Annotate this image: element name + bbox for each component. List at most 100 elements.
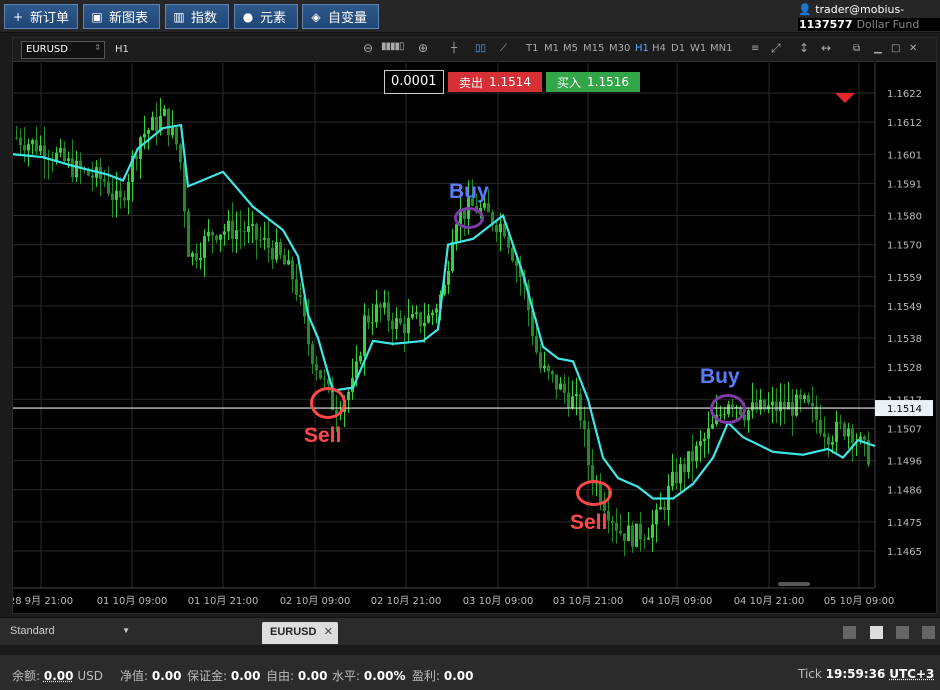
y-tick-label: 1.1475 xyxy=(887,518,922,529)
timeframe-w1[interactable]: W1 xyxy=(690,43,706,54)
candle-body xyxy=(151,116,154,131)
price-chart[interactable]: 1.1622 1.1612 1.1601 1.1591 1.1580 1.1570 1.15… xyxy=(13,63,936,613)
candle-body xyxy=(91,175,94,178)
balance-value[interactable]: 0.00 xyxy=(44,669,74,683)
symbol-select[interactable]: EURUSD ⇕ xyxy=(21,41,105,59)
timeframe-mn1[interactable]: MN1 xyxy=(710,43,732,54)
minimize-icon[interactable]: ▁ xyxy=(874,43,882,54)
sell-signal-ring xyxy=(576,480,612,506)
layout-single-icon[interactable] xyxy=(843,626,856,639)
y-tick-label: 1.1528 xyxy=(887,363,922,374)
candle-body xyxy=(547,365,550,372)
layout-select[interactable]: Standard ▼ xyxy=(10,625,130,637)
candle-body xyxy=(243,231,246,233)
candle-body xyxy=(23,145,26,151)
candle-body xyxy=(655,509,658,525)
candle-body xyxy=(651,524,654,538)
layout-grid-icon[interactable] xyxy=(870,626,883,639)
candle-body xyxy=(559,383,562,390)
lot-step-input[interactable]: 0.0001 xyxy=(384,70,444,94)
candle-body xyxy=(391,320,394,330)
candle-body xyxy=(199,257,202,261)
candle-body xyxy=(267,237,270,248)
draw-tools-icon[interactable]: ≡ xyxy=(751,43,759,54)
candle-body xyxy=(195,252,198,261)
timeframe-t1[interactable]: T1 xyxy=(526,43,538,54)
variables-button[interactable]: ◈ 自变量 xyxy=(302,4,379,29)
timeframe-m1[interactable]: M1 xyxy=(544,43,559,54)
candle-body xyxy=(535,336,538,353)
tab-eurusd[interactable]: EURUSD ✕ xyxy=(262,622,338,644)
candle-body xyxy=(63,147,66,161)
horizontal-scale-icon[interactable]: ↔ xyxy=(821,41,831,55)
candle-body xyxy=(799,394,802,399)
x-tick-label: 05 10月 09:00 xyxy=(824,595,895,607)
candle-style-icon[interactable]: ▯▯ xyxy=(475,43,486,54)
candle-body xyxy=(679,464,682,484)
candle-body xyxy=(811,402,814,407)
candle-body xyxy=(823,433,826,438)
candle-body xyxy=(163,108,166,116)
candle-body xyxy=(427,315,430,323)
timeframe-m15[interactable]: M15 xyxy=(583,43,604,54)
popout-icon[interactable]: ⧉ xyxy=(853,43,860,54)
candle-body xyxy=(423,322,426,327)
y-tick-label: 1.1559 xyxy=(887,273,922,284)
candle-body xyxy=(623,533,626,542)
layout-quad-icon[interactable] xyxy=(922,626,935,639)
buy-button[interactable]: 买入 1.1516 xyxy=(546,72,640,92)
account-fund: Dollar Fund xyxy=(856,18,920,31)
candle-body xyxy=(323,378,326,380)
close-tab-icon[interactable]: ✕ xyxy=(324,625,333,638)
account-number: 1137577 xyxy=(799,18,853,31)
bar-style-icon[interactable]: ┼ xyxy=(451,43,457,54)
candle-body xyxy=(839,421,842,424)
candle-body xyxy=(835,421,838,442)
zoom-out-icon[interactable]: ⊖ xyxy=(363,41,373,55)
sell-button[interactable]: 卖出 1.1514 xyxy=(448,72,542,92)
line-style-icon[interactable]: ⟋ xyxy=(500,43,507,54)
x-tick-label: 03 10月 21:00 xyxy=(553,595,624,607)
elements-button[interactable]: ● 元素 xyxy=(234,4,298,29)
candle-body xyxy=(59,147,62,153)
crosshair-icon[interactable]: ⤢ xyxy=(771,41,781,56)
candle-body xyxy=(371,322,374,324)
x-tick-label: 01 10月 21:00 xyxy=(188,595,259,607)
candle-body xyxy=(347,391,350,401)
candle-body xyxy=(395,318,398,330)
candle-body xyxy=(555,374,558,390)
zoom-slider[interactable]: ▮▮▮▮▯ xyxy=(381,41,404,52)
y-tick-label: 1.1486 xyxy=(887,486,922,497)
timeframe-d1[interactable]: D1 xyxy=(671,43,685,54)
candle-body xyxy=(179,144,182,163)
x-tick-label: 03 10月 09:00 xyxy=(463,595,534,607)
layout-split-icon[interactable] xyxy=(896,626,909,639)
candle-body xyxy=(71,158,74,178)
account-info[interactable]: 👤 trader@mobius-soft.org 1137577Dollar F… xyxy=(794,0,940,33)
chevron-down-icon: ▼ xyxy=(122,626,130,635)
chart-toolbar: EURUSD ⇕ H1 ⊖ ▮▮▮▮▯ ⊕ ┼ ▯▯ ⟋ T1 M1 M5 M15 M30… xyxy=(13,38,936,62)
timeframe-h1[interactable]: H1 xyxy=(635,43,649,54)
candle-body xyxy=(827,437,830,445)
timeframe-m5[interactable]: M5 xyxy=(563,43,578,54)
close-icon[interactable]: ✕ xyxy=(909,43,917,54)
zoom-in-icon[interactable]: ⊕ xyxy=(418,41,428,55)
candle-body xyxy=(699,441,702,446)
candle-body xyxy=(611,520,614,523)
chevron-updown-icon: ⇕ xyxy=(94,43,101,52)
new-chart-button[interactable]: ▣ 新图表 xyxy=(83,4,160,29)
candle-body xyxy=(583,420,586,430)
candle-body xyxy=(235,230,238,239)
plus-icon: + xyxy=(12,9,24,24)
timezone-select[interactable]: UTC+3 xyxy=(889,667,934,681)
vertical-scale-icon[interactable]: ↕ xyxy=(799,41,809,55)
timeframe-m30[interactable]: M30 xyxy=(609,43,630,54)
indicators-button[interactable]: ▥ 指数 xyxy=(165,4,229,29)
candle-body xyxy=(107,181,110,194)
new-order-button[interactable]: + 新订单 xyxy=(4,4,78,29)
maximize-icon[interactable]: □ xyxy=(891,43,900,54)
chart-window[interactable]: EURUSD ⇕ H1 ⊖ ▮▮▮▮▯ ⊕ ┼ ▯▯ ⟋ T1 M1 M5 M15 M30… xyxy=(12,37,937,614)
candle-body xyxy=(319,370,322,379)
profit-value: 0.00 xyxy=(443,669,474,683)
timeframe-h4[interactable]: H4 xyxy=(652,43,666,54)
